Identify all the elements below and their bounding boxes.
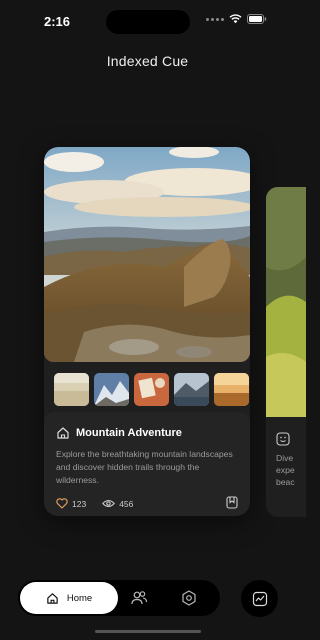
card-header: Mountain Adventure xyxy=(56,426,182,440)
activity-button[interactable] xyxy=(241,580,278,617)
users-icon[interactable] xyxy=(130,589,148,607)
status-bar: 2:16 xyxy=(0,0,295,44)
hero-image[interactable] xyxy=(44,147,250,362)
lake-mountain-thumbnail[interactable] xyxy=(174,373,209,406)
thumbnail-strip xyxy=(54,373,249,406)
eye-icon xyxy=(102,499,116,508)
bottom-nav: Home xyxy=(18,580,220,616)
wifi-icon xyxy=(229,14,242,24)
views-count: 456 xyxy=(119,498,134,509)
snowy-mountain-thumbnail[interactable] xyxy=(94,373,129,406)
status-time: 2:16 xyxy=(44,14,71,29)
dynamic-island xyxy=(106,10,190,34)
likes-count: 123 xyxy=(72,498,87,509)
status-icons xyxy=(206,14,267,24)
settings-icon[interactable] xyxy=(180,589,198,607)
card-stats: 123 456 xyxy=(56,498,133,509)
card-description: Explore the breathtaking mountain landsc… xyxy=(56,449,233,485)
activity-icon xyxy=(252,591,267,606)
next-card-image xyxy=(266,187,306,417)
battery-icon xyxy=(247,14,267,24)
nav-home-button[interactable]: Home xyxy=(20,582,118,614)
card-info-panel: Mountain Adventure Explore the breathtak… xyxy=(44,412,250,516)
card-title: Mountain Adventure xyxy=(76,427,182,439)
next-card-text: Dive expe beac xyxy=(276,453,295,487)
mountain-card[interactable]: Mountain Adventure Explore the breathtak… xyxy=(44,147,250,516)
next-card-peek[interactable]: Dive expe beac xyxy=(266,187,306,517)
smile-icon xyxy=(276,432,290,446)
nav-home-label: Home xyxy=(66,592,93,604)
bookmark-icon[interactable] xyxy=(226,496,238,509)
home-icon xyxy=(57,427,69,439)
home-icon xyxy=(47,592,58,604)
page-title: Indexed Cue xyxy=(106,53,189,69)
home-indicator xyxy=(95,630,201,633)
heart-icon[interactable] xyxy=(56,498,68,509)
sunset-field-thumbnail[interactable] xyxy=(214,373,249,406)
desk-thumbnail[interactable] xyxy=(134,373,169,406)
beach-thumbnail[interactable] xyxy=(54,373,89,406)
cellular-icon xyxy=(206,17,224,21)
